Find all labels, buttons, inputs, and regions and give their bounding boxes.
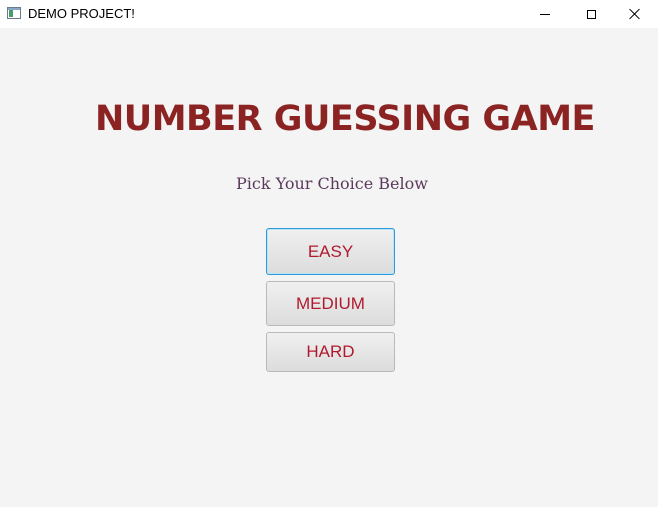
close-icon xyxy=(629,8,641,20)
easy-button[interactable]: EASY xyxy=(266,228,395,275)
minimize-icon xyxy=(540,13,550,15)
close-button[interactable] xyxy=(612,0,658,28)
medium-button[interactable]: MEDIUM xyxy=(266,281,395,326)
maximize-button[interactable] xyxy=(568,0,614,28)
game-title: NUMBER GUESSING GAME xyxy=(95,99,595,139)
maximize-icon xyxy=(586,9,596,19)
app-window-icon xyxy=(7,7,21,19)
app-window: DEMO PROJECT! NUMBER GUESSING GAME Pick … xyxy=(0,0,658,507)
title-bar[interactable]: DEMO PROJECT! xyxy=(0,0,658,28)
hard-button[interactable]: HARD xyxy=(266,332,395,372)
window-title: DEMO PROJECT! xyxy=(28,6,135,21)
choice-prompt: Pick Your Choice Below xyxy=(236,174,428,193)
minimize-button[interactable] xyxy=(522,0,568,28)
